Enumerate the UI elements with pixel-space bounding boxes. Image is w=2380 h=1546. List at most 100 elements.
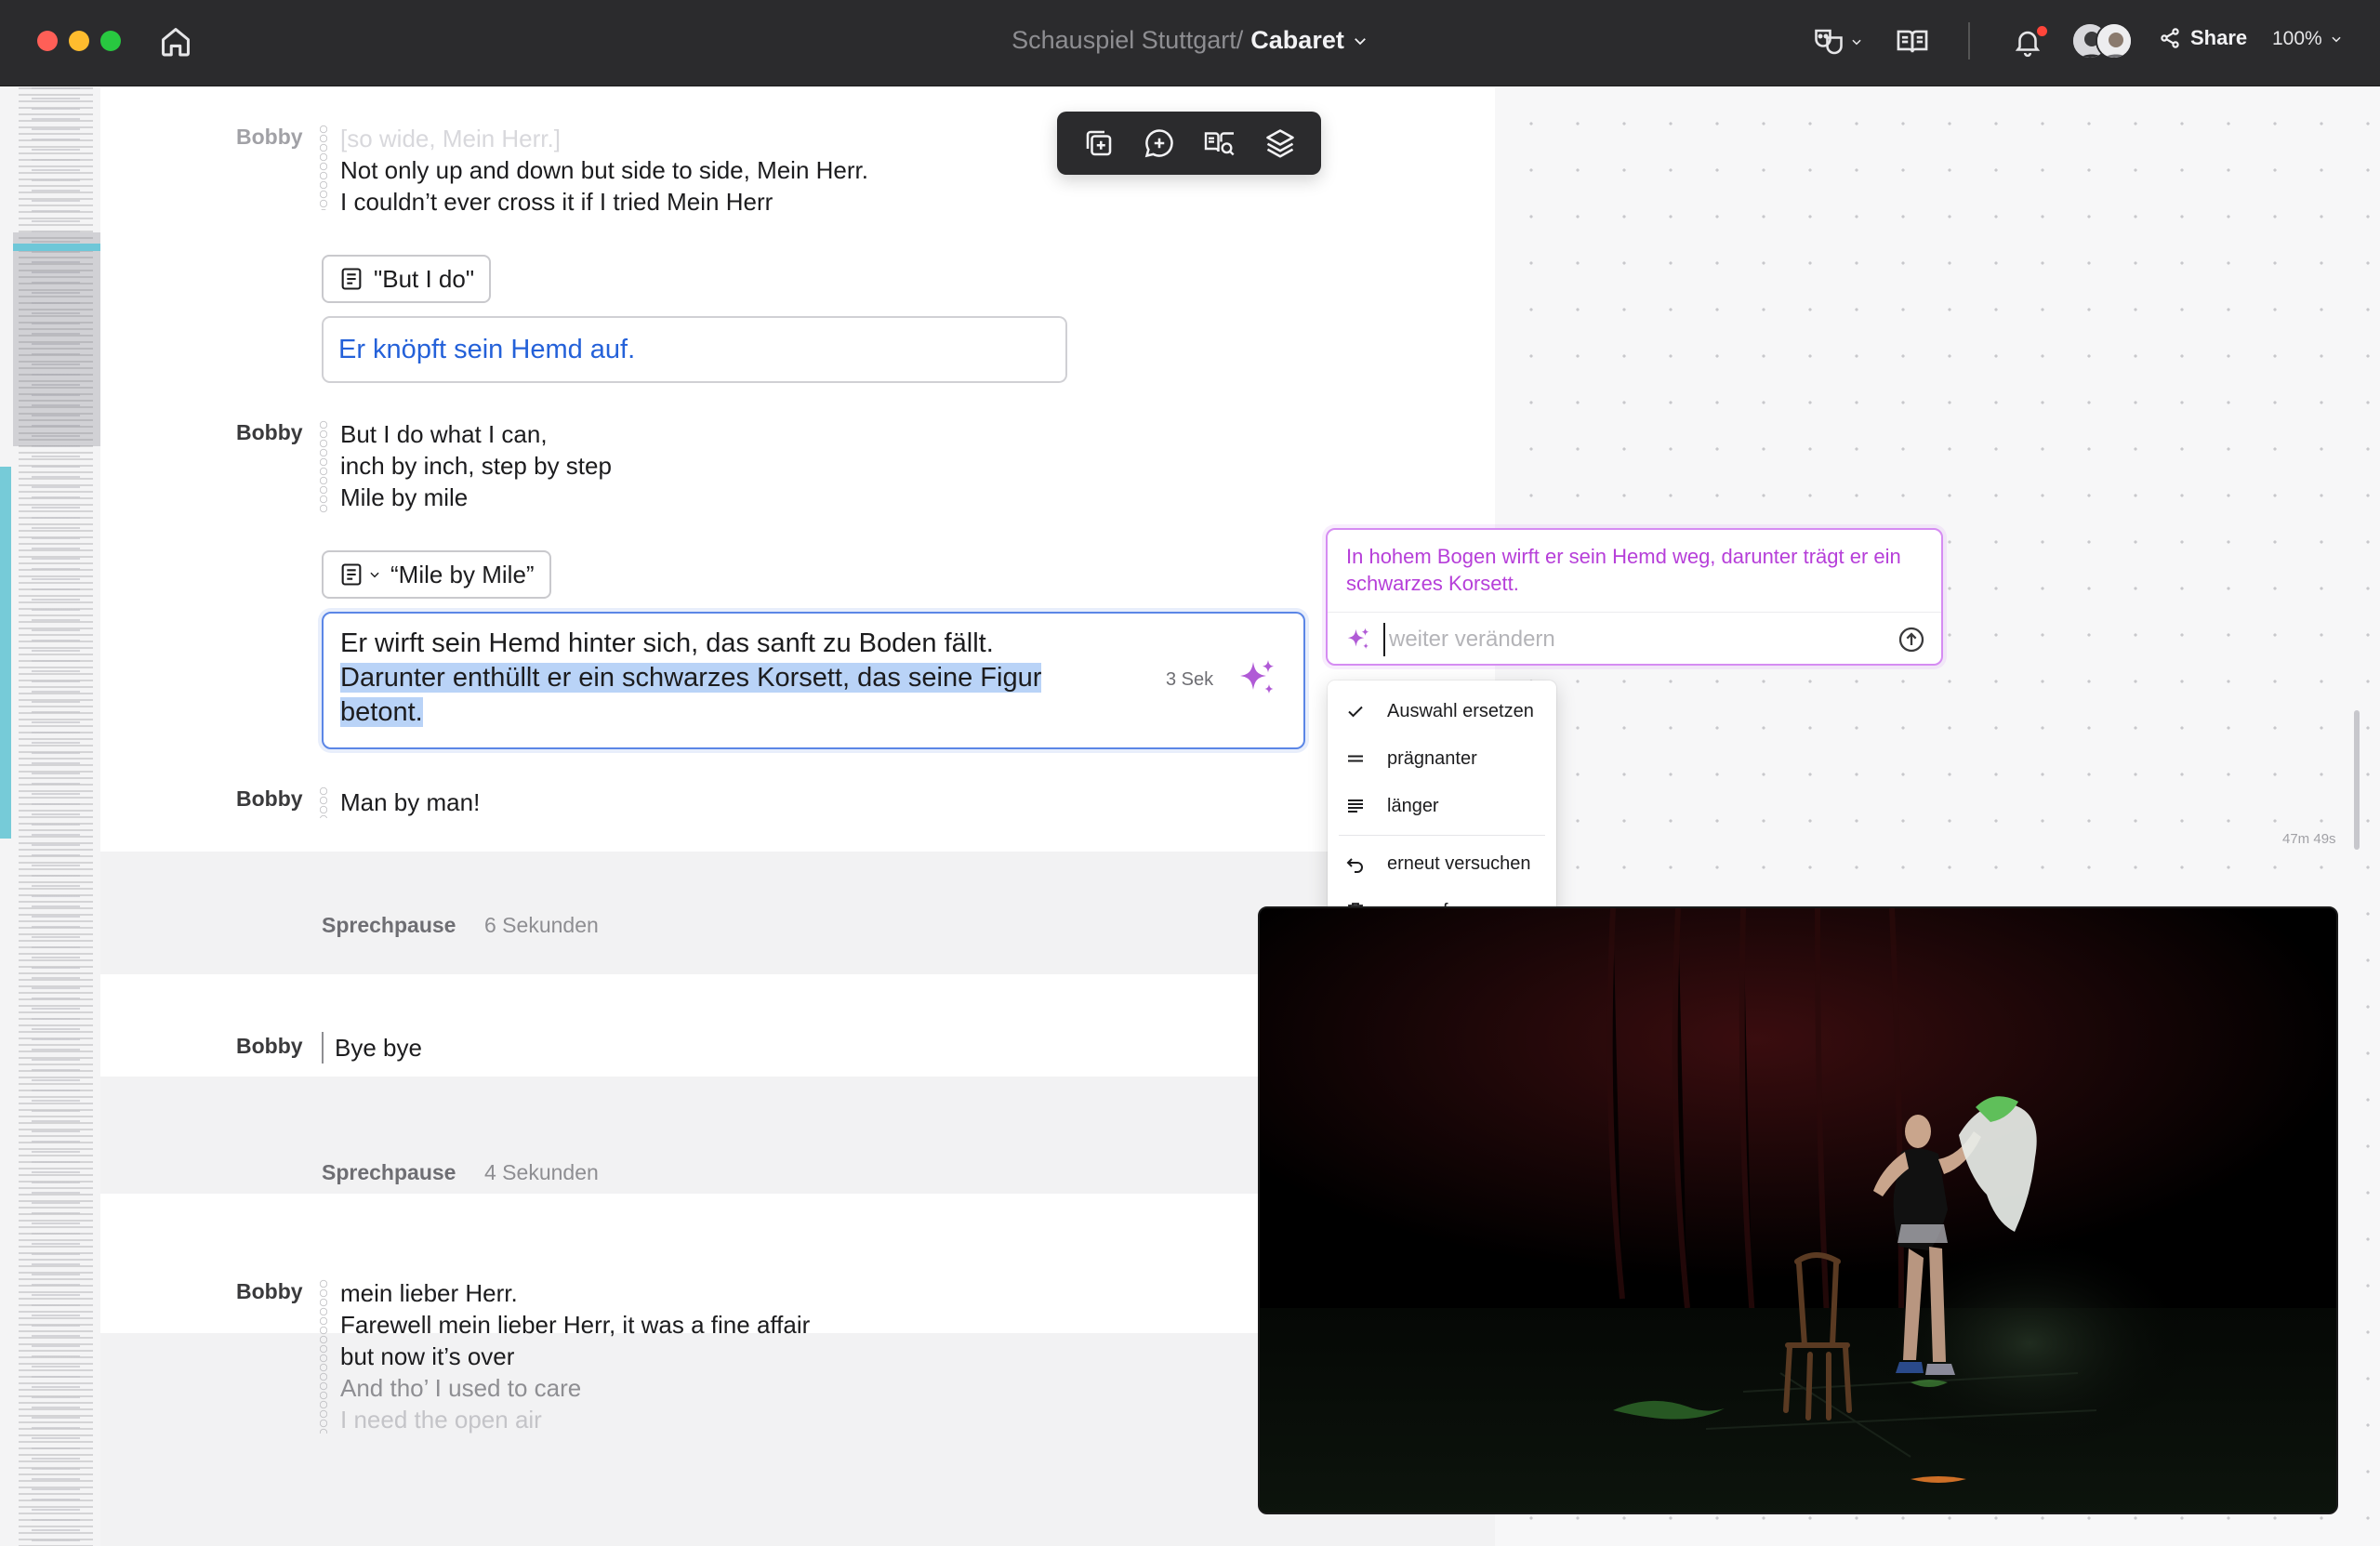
layers-button[interactable] — [1257, 120, 1303, 166]
divider — [1328, 612, 1941, 613]
lyric-line: Farewell mein lieber Herr, it was a fine… — [340, 1311, 811, 1339]
lyric-line: I couldn’t ever cross it if I tried Mein… — [340, 188, 774, 216]
lyric-lines[interactable]: But I do what I can, inch by inch, step … — [340, 418, 612, 513]
lyric-line: Man by man! — [340, 788, 481, 816]
chevron-down-icon — [370, 572, 379, 578]
home-icon[interactable] — [158, 24, 193, 59]
add-copy-button[interactable] — [1076, 120, 1122, 166]
project-name: Schauspiel Stuttgart/ — [1012, 26, 1244, 54]
menu-item-replace-selection[interactable]: Auswahl ersetzen — [1328, 688, 1556, 735]
lyric-marker — [320, 786, 327, 818]
minimap-highlight — [13, 244, 100, 251]
ai-sparkle-icon — [1344, 626, 1372, 654]
menu-item-label: länger — [1387, 796, 1439, 816]
selected-text: Darunter enthüllt er ein schwarzes Korse… — [340, 663, 1042, 727]
two-lines-icon — [1348, 755, 1363, 762]
lyric-line: I need the open air — [340, 1406, 542, 1434]
chevron-down-icon — [1852, 39, 1861, 46]
stage-direction-editor[interactable]: Er wirft sein Hemd hinter sich, das sanf… — [322, 612, 1305, 749]
zoom-window-button[interactable] — [100, 31, 121, 51]
minimap-viewport[interactable] — [13, 232, 100, 446]
cue-label: “Mile by Mile” — [390, 560, 535, 588]
lyric-line: Mile by mile — [340, 483, 469, 511]
ai-suggestion-text[interactable]: In hohem Bogen wirft er sein Hemd weg, d… — [1346, 543, 1923, 597]
lyric-lines[interactable]: Man by man! — [340, 786, 480, 818]
menu-item-label: erneut versuchen — [1387, 853, 1531, 874]
lyric-line: Bye bye — [335, 1034, 422, 1062]
multi-lines-icon — [1348, 799, 1363, 813]
selection-toolbar — [1057, 112, 1321, 175]
chevron-down-icon — [2332, 36, 2341, 43]
menu-item-retry[interactable]: erneut versuchen — [1328, 840, 1556, 888]
send-prompt-button[interactable] — [1897, 625, 1926, 654]
stage-performance-image — [1260, 908, 2336, 1513]
stage-direction-text[interactable]: Er wirft sein Hemd hinter sich, das sanf… — [340, 627, 1047, 730]
share-icon — [2161, 28, 2179, 48]
video-preview[interactable] — [1258, 906, 2338, 1514]
speaker-name: Bobby — [236, 786, 303, 811]
ai-rewrite-panel: In hohem Bogen wirft er sein Hemd weg, d… — [1326, 528, 1943, 666]
cue-chip[interactable]: “Mile by Mile” — [322, 550, 551, 599]
timecode-marker: 47m 49s — [2282, 831, 2336, 847]
document-name: Cabaret — [1250, 26, 1344, 54]
open-book-icon — [1891, 20, 1934, 63]
minimap-section-marker — [0, 467, 11, 839]
duration-label: 3 Sek — [1166, 669, 1214, 690]
lyric-line: [so wide, Mein Herr.] — [340, 125, 561, 152]
lyric-line: inch by inch, step by step — [340, 452, 612, 480]
pause-duration[interactable]: 4 Sekunden — [484, 1160, 599, 1185]
title-bar: Schauspiel Stuttgart/ Cabaret Share 100% — [0, 0, 2380, 86]
add-comment-icon — [1144, 129, 1173, 158]
speaker-name: Bobby — [236, 1034, 303, 1058]
avatar[interactable] — [2096, 22, 2133, 59]
ai-prompt-input[interactable] — [1383, 623, 1867, 656]
add-copy-icon — [1086, 130, 1111, 156]
vertical-scrollbar[interactable] — [2354, 710, 2360, 850]
lyric-marker — [320, 125, 327, 210]
menu-item-longer[interactable]: länger — [1328, 783, 1556, 830]
document-switcher[interactable]: Schauspiel Stuttgart/ Cabaret — [1012, 26, 1368, 55]
lyric-line: And tho’ I used to care — [340, 1374, 582, 1402]
ai-sparkle-icon[interactable] — [1235, 656, 1279, 701]
theater-masks-icon — [1807, 20, 1850, 63]
lyric-lines[interactable]: Bye bye — [335, 1032, 422, 1064]
undo-icon — [1346, 858, 1363, 873]
lyric-line: But I do what I can, — [340, 420, 548, 448]
speaker-name: Bobby — [236, 420, 303, 444]
lyric-marker — [320, 1279, 327, 1434]
lyric-lines[interactable]: mein lieber Herr. Farewell mein lieber H… — [340, 1277, 810, 1435]
share-label: Share — [2190, 26, 2248, 49]
zoom-level: 100% — [2272, 28, 2322, 49]
document-minimap[interactable] — [0, 87, 100, 1546]
theater-masks-menu[interactable] — [1807, 20, 1863, 63]
menu-item-label: Auswahl ersetzen — [1387, 701, 1534, 721]
stage-direction-box[interactable]: Er knöpft sein Hemd auf. — [322, 316, 1067, 383]
menu-item-label: prägnanter — [1387, 748, 1477, 769]
pause-duration[interactable]: 6 Sekunden — [484, 913, 599, 938]
layers-icon — [1265, 129, 1294, 158]
line-marker — [322, 1032, 324, 1064]
speaker-name: Bobby — [236, 125, 303, 149]
share-button[interactable]: Share — [2159, 26, 2247, 50]
cue-label: "But I do" — [374, 264, 475, 293]
unselected-text: Er wirft sein Hemd hinter sich, das sanf… — [340, 628, 994, 658]
stage-direction-text: Er knöpft sein Hemd auf. — [338, 334, 636, 364]
document-icon — [341, 563, 362, 586]
speaker-name: Bobby — [236, 1279, 303, 1303]
close-window-button[interactable] — [37, 31, 58, 51]
add-comment-button[interactable] — [1136, 120, 1183, 166]
check-icon — [1348, 706, 1363, 718]
menu-divider — [1339, 835, 1545, 836]
cue-chip[interactable]: "But I do" — [322, 255, 492, 303]
minimize-window-button[interactable] — [69, 31, 89, 51]
lyric-lines[interactable]: [so wide, Mein Herr.] Not only up and do… — [340, 123, 868, 218]
pause-label: Sprechpause — [322, 913, 456, 937]
chevron-down-icon — [1354, 37, 1366, 45]
notification-badge — [2037, 26, 2047, 36]
menu-item-more-concise[interactable]: prägnanter — [1328, 735, 1556, 783]
dictionary-search-button[interactable] — [1197, 120, 1243, 166]
lyric-line: but now it’s over — [340, 1342, 515, 1370]
lyric-line: mein lieber Herr. — [340, 1279, 518, 1307]
zoom-menu[interactable]: 100% — [2272, 28, 2343, 50]
reading-mode-button[interactable] — [1891, 20, 1934, 63]
